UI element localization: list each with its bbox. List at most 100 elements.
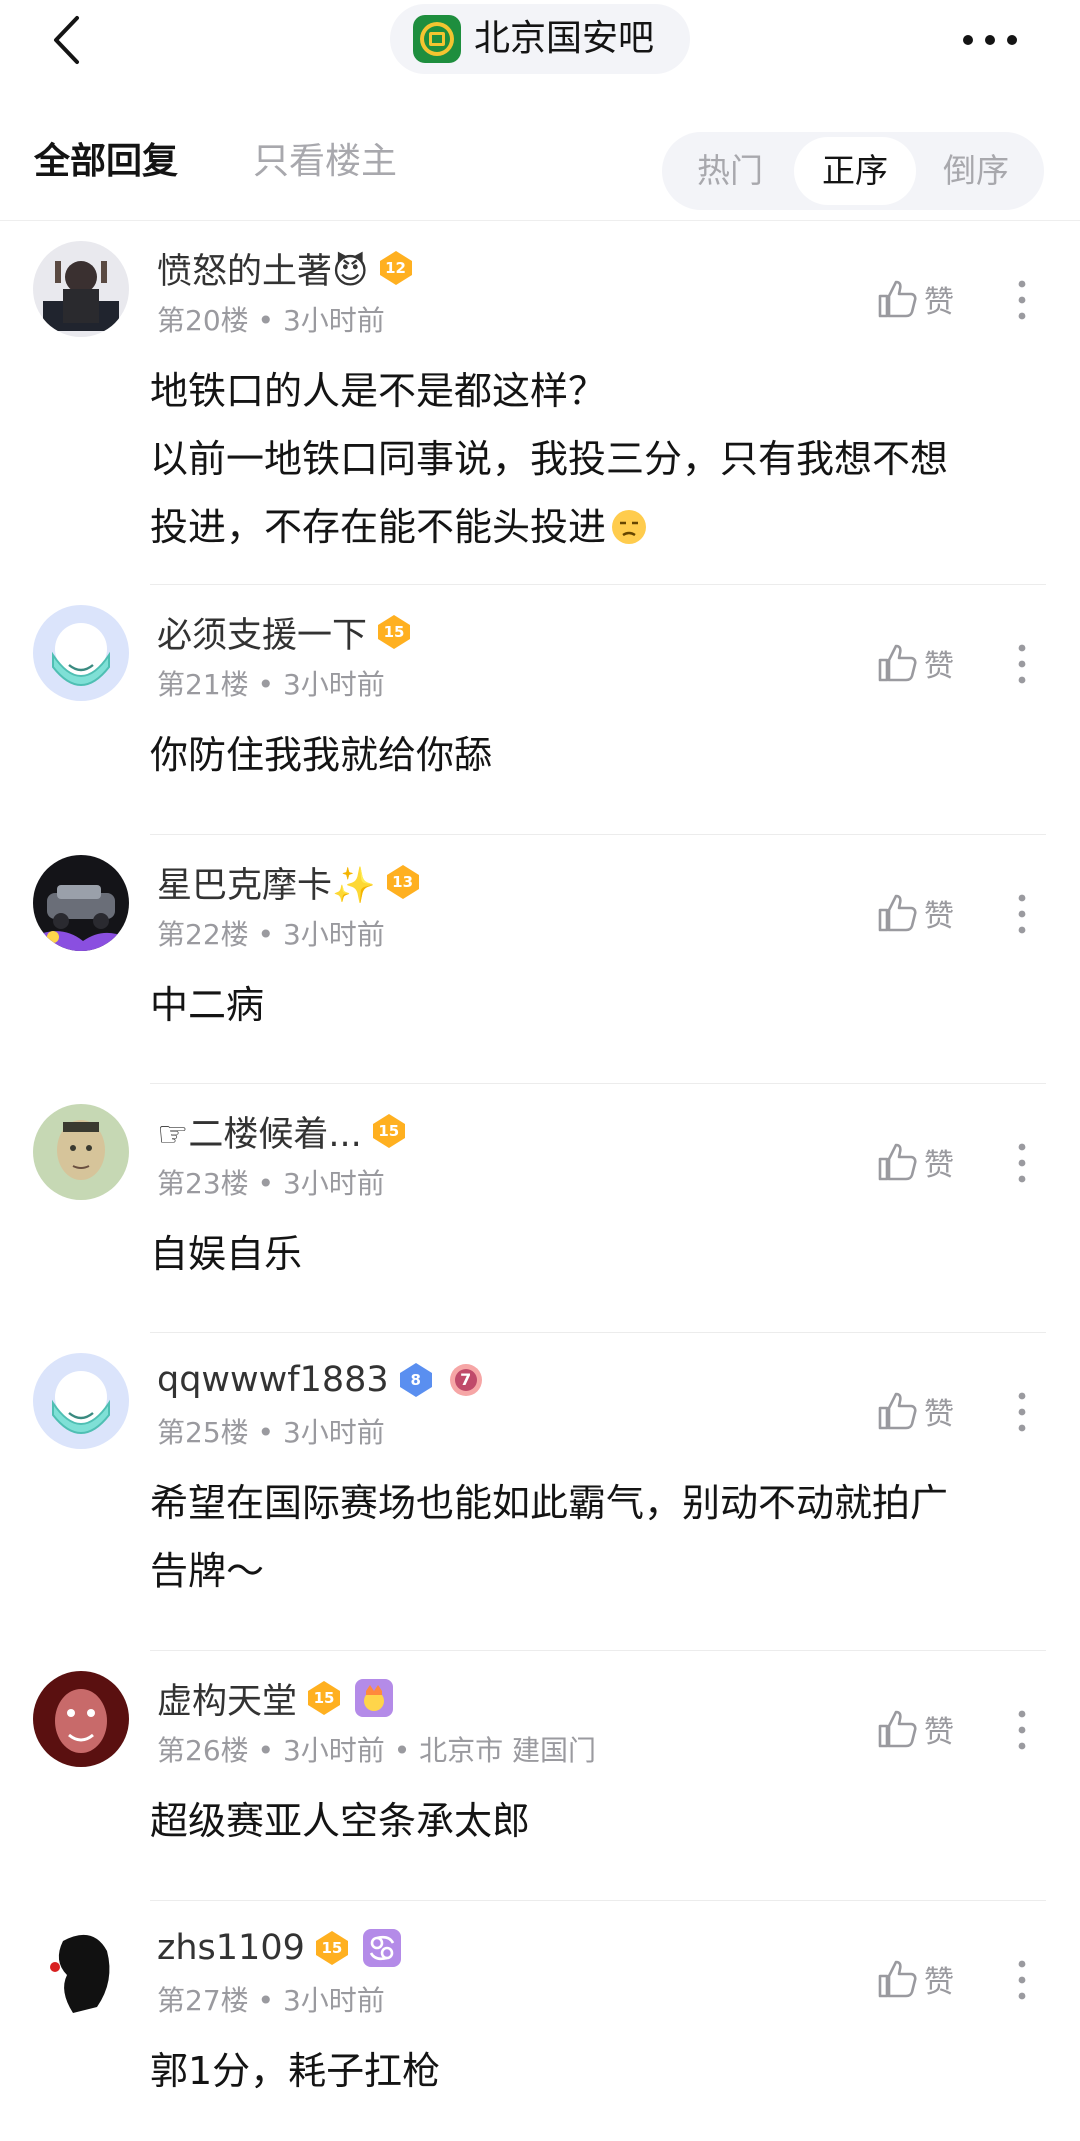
- comment-more-button[interactable]: [1002, 639, 1042, 689]
- comment-more-button[interactable]: [1002, 1387, 1042, 1437]
- level-badge: 15: [375, 613, 413, 651]
- username[interactable]: 必须支援一下: [157, 607, 367, 658]
- like-label: 赞: [924, 899, 954, 934]
- avatar[interactable]: [33, 1353, 129, 1449]
- avatar-image: [33, 605, 129, 701]
- avatar[interactable]: [33, 1104, 129, 1200]
- like-label: 赞: [924, 1148, 954, 1183]
- thumbs-up-icon: [878, 1392, 917, 1430]
- avatar[interactable]: [33, 605, 129, 701]
- comment-more-button[interactable]: [1002, 275, 1042, 325]
- cancer-zodiac-icon: [362, 1929, 401, 1967]
- more-vertical-icon: [1018, 1392, 1026, 1432]
- comment-item: 虚构天堂 15 第26楼 • 3小时前 • 北京市 建国门 赞 超级赛亚人空条承…: [0, 1651, 1080, 1901]
- sort-option-ascending[interactable]: 正序: [794, 137, 916, 205]
- avatar-image: [33, 1921, 129, 2017]
- comment-item: qqwwwf1883 8 7 第25楼 • 3小时前 赞 希望在国际赛场也能如此…: [0, 1333, 1080, 1651]
- comment-more-button[interactable]: [1002, 1705, 1042, 1755]
- more-vertical-icon: [1018, 894, 1026, 934]
- like-button[interactable]: 赞: [876, 1949, 976, 2009]
- back-button[interactable]: [36, 8, 96, 72]
- floor-number: 第26楼: [157, 1734, 249, 1767]
- comment-item: 愤怒的土著😈 12 第20楼 • 3小时前 赞 地铁口的人是不是都这样？ 以前一…: [0, 221, 1080, 585]
- username[interactable]: ☞二楼候着...: [157, 1106, 362, 1157]
- sort-option-hot[interactable]: 热门: [670, 132, 790, 210]
- username[interactable]: 虚构天堂: [157, 1673, 297, 1724]
- like-button[interactable]: 赞: [876, 1132, 976, 1192]
- level-badge: 15: [370, 1112, 408, 1150]
- member-badge: 7: [447, 1361, 485, 1399]
- level-badge: 15: [305, 1679, 343, 1717]
- thumbs-up-icon: [878, 1143, 917, 1181]
- comment-text: 地铁口的人是不是都这样？ 以前一地铁口同事说，我投三分，只有我想不想 投进，不存…: [150, 369, 949, 549]
- like-label: 赞: [924, 649, 954, 684]
- thumbs-up-icon: [878, 644, 917, 682]
- comment-list: 愤怒的土著😈 12 第20楼 • 3小时前 赞 地铁口的人是不是都这样？ 以前一…: [0, 221, 1080, 2141]
- avatar-image: [33, 1671, 129, 1767]
- sort-option-descending[interactable]: 倒序: [916, 132, 1036, 210]
- post-meta: 第25楼 • 3小时前: [157, 1416, 385, 1449]
- thumbs-up-icon: [878, 894, 917, 932]
- avatar-image: [33, 1104, 129, 1200]
- like-label: 赞: [924, 285, 954, 320]
- comment-more-button[interactable]: [1002, 1955, 1042, 2005]
- post-meta: 第26楼 • 3小时前 • 北京市 建国门: [157, 1734, 597, 1767]
- sort-segment: 热门 正序 倒序: [662, 132, 1044, 210]
- comment-text: 自娱自乐: [150, 1232, 303, 1276]
- post-time: 3小时前: [282, 1984, 385, 2017]
- more-vertical-icon: [1018, 1143, 1026, 1183]
- level-badge: 12: [377, 249, 415, 287]
- post-time: 3小时前: [282, 1734, 385, 1767]
- post-meta: 第20楼 • 3小时前: [157, 304, 385, 337]
- post-time: 3小时前: [282, 304, 385, 337]
- post-meta: 第27楼 • 3小时前: [157, 1984, 385, 2017]
- thumbs-up-icon: [878, 280, 917, 318]
- avatar-image: [33, 855, 129, 951]
- more-vertical-icon: [1018, 644, 1026, 684]
- floor-number: 第22楼: [157, 918, 249, 951]
- post-location: 北京市 建国门: [419, 1734, 597, 1767]
- level-badge: 15: [313, 1929, 351, 1967]
- floor-number: 第27楼: [157, 1984, 249, 2017]
- post-meta: 第23楼 • 3小时前: [157, 1167, 385, 1200]
- comment-more-button[interactable]: [1002, 1138, 1042, 1188]
- avatar[interactable]: [33, 855, 129, 951]
- avatar-image: [33, 241, 129, 337]
- level-badge: 13: [384, 863, 422, 901]
- floor-number: 第21楼: [157, 668, 249, 701]
- comment-item: zhs1109 15 第27楼 • 3小时前 赞 郭1分，耗子扛枪: [0, 1901, 1080, 2141]
- tab-op-only[interactable]: 只看楼主: [253, 120, 397, 204]
- comment-text: 超级赛亚人空条承太郎: [150, 1799, 531, 1843]
- post-meta: 第22楼 • 3小时前: [157, 918, 385, 951]
- comment-item: ☞二楼候着... 15 第23楼 • 3小时前 赞 自娱自乐: [0, 1084, 1080, 1333]
- more-options-button[interactable]: [950, 14, 1030, 66]
- avatar[interactable]: [33, 1671, 129, 1767]
- username[interactable]: 愤怒的土著😈: [157, 243, 369, 294]
- post-time: 3小时前: [282, 918, 385, 951]
- like-label: 赞: [924, 1397, 954, 1432]
- avatar[interactable]: [33, 1921, 129, 2017]
- more-vertical-icon: [1018, 280, 1026, 320]
- chevron-left-icon: [54, 16, 79, 64]
- floor-number: 第20楼: [157, 304, 249, 337]
- comment-text: 希望在国际赛场也能如此霸气，别动不动就拍广 告牌～: [150, 1481, 949, 1593]
- like-label: 赞: [924, 1965, 954, 2000]
- unamused-face-emoji-icon: [612, 510, 647, 544]
- forum-title-pill[interactable]: 北京国安吧: [390, 4, 690, 74]
- forum-logo-icon: [413, 15, 461, 63]
- like-button[interactable]: 赞: [876, 1699, 976, 1759]
- username[interactable]: qqwwwf1883: [157, 1360, 389, 1400]
- avatar-image: [33, 1353, 129, 1449]
- like-button[interactable]: 赞: [876, 1381, 976, 1441]
- username[interactable]: 星巴克摩卡✨: [157, 857, 376, 908]
- like-button[interactable]: 赞: [876, 633, 976, 693]
- tab-all-replies[interactable]: 全部回复: [34, 120, 178, 204]
- avatar[interactable]: [33, 241, 129, 337]
- comment-item: 星巴克摩卡✨ 13 第22楼 • 3小时前 赞 中二病: [0, 835, 1080, 1084]
- like-button[interactable]: 赞: [876, 883, 976, 943]
- more-vertical-icon: [1018, 1710, 1026, 1750]
- username[interactable]: zhs1109: [157, 1928, 305, 1968]
- more-vertical-icon: [1018, 1960, 1026, 2000]
- like-button[interactable]: 赞: [876, 269, 976, 329]
- comment-more-button[interactable]: [1002, 889, 1042, 939]
